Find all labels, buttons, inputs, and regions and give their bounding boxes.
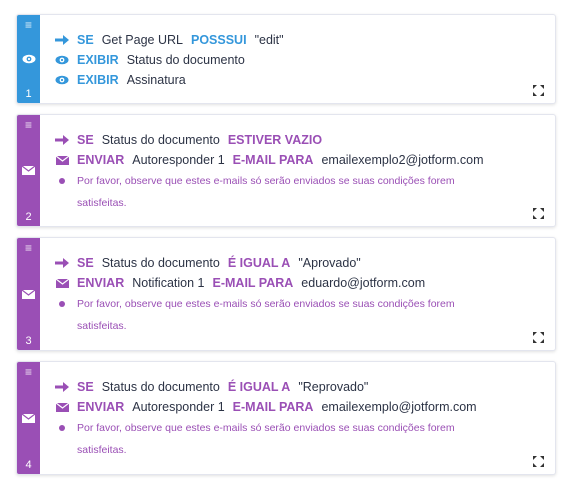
field-name: Status do documento	[101, 380, 220, 394]
send-keyword: ENVIAR	[77, 400, 125, 414]
drag-handle-icon[interactable]: ≡	[25, 242, 32, 254]
condition-row: SE Status do documento ESTIVER VAZIO	[55, 130, 545, 150]
expand-icon[interactable]	[533, 456, 544, 470]
action-row: ENVIAR Notification 1 E-MAIL PARA eduard…	[55, 273, 545, 293]
condition-card[interactable]: ≡ 4 SE Status do documento É IGUAL A "Re…	[16, 361, 556, 475]
field-name: Get Page URL	[101, 33, 183, 47]
envelope-icon	[22, 253, 35, 335]
condition-value: "edit"	[254, 33, 284, 47]
condition-content: SE Status do documento É IGUAL A "Aprova…	[55, 253, 545, 337]
envelope-icon	[55, 155, 69, 165]
envelope-icon	[22, 377, 35, 459]
operator-keyword: É IGUAL A	[227, 380, 291, 394]
drag-handle-icon[interactable]: ≡	[25, 366, 32, 378]
operator-keyword: ESTIVER VAZIO	[227, 133, 323, 147]
condition-content: SE Get Page URL POSSSUI "edit" EXIBIR St…	[55, 30, 545, 90]
condition-side-stripe[interactable]: ≡ 3	[17, 238, 40, 350]
drag-handle-icon[interactable]: ≡	[25, 119, 32, 131]
condition-row: SE Status do documento É IGUAL A "Aprova…	[55, 253, 545, 273]
arrow-right-icon	[55, 135, 69, 145]
email-to-keyword: E-MAIL PARA	[232, 400, 314, 414]
drag-handle-icon[interactable]: ≡	[25, 19, 32, 31]
bullet-icon	[59, 425, 65, 431]
condition-row: SE Status do documento É IGUAL A "Reprov…	[55, 377, 545, 397]
show-keyword: EXIBIR	[77, 73, 119, 87]
condition-card[interactable]: ≡ 1 SE Get Page URL POSSSUI "edit" EXIBI…	[16, 14, 556, 104]
condition-value: "Aprovado"	[298, 256, 361, 270]
condition-card[interactable]: ≡ 3 SE Status do documento É IGUAL A "Ap…	[16, 237, 556, 351]
operator-keyword: É IGUAL A	[227, 256, 291, 270]
eye-icon	[55, 75, 69, 85]
if-keyword: SE	[77, 133, 94, 147]
condition-number: 2	[25, 211, 32, 223]
envelope-icon	[55, 278, 69, 288]
condition-card[interactable]: ≡ 2 SE Status do documento ESTIVER VAZIO…	[16, 114, 556, 227]
if-keyword: SE	[77, 380, 94, 394]
recipient-email: emailexemplo2@jotform.com	[321, 153, 484, 167]
envelope-icon	[22, 130, 35, 211]
condition-side-stripe[interactable]: ≡ 2	[17, 115, 40, 226]
field-name: Assinatura	[126, 73, 186, 87]
condition-row: SE Get Page URL POSSSUI "edit"	[55, 30, 545, 50]
action-row: EXIBIR Assinatura	[55, 70, 545, 90]
operator-keyword: POSSSUI	[190, 33, 247, 47]
action-row: ENVIAR Autoresponder 1 E-MAIL PARA email…	[55, 150, 545, 170]
show-keyword: EXIBIR	[77, 53, 119, 67]
condition-number: 4	[25, 459, 32, 471]
if-keyword: SE	[77, 256, 94, 270]
condition-content: SE Status do documento É IGUAL A "Reprov…	[55, 377, 545, 461]
arrow-right-icon	[55, 35, 69, 45]
email-to-keyword: E-MAIL PARA	[212, 276, 294, 290]
expand-icon[interactable]	[533, 85, 544, 99]
email-template-name: Autoresponder 1	[132, 400, 225, 414]
bullet-icon	[59, 178, 65, 184]
action-row: EXIBIR Status do documento	[55, 50, 545, 70]
if-keyword: SE	[77, 33, 94, 47]
field-name: Status do documento	[101, 256, 220, 270]
eye-icon	[22, 30, 36, 88]
recipient-email: emailexemplo@jotform.com	[321, 400, 477, 414]
note-text: Por favor, observe que estes e-mails só …	[77, 298, 455, 332]
condition-side-stripe[interactable]: ≡ 4	[17, 362, 40, 474]
condition-number: 1	[25, 88, 32, 100]
send-keyword: ENVIAR	[77, 153, 125, 167]
email-to-keyword: E-MAIL PARA	[232, 153, 314, 167]
arrow-right-icon	[55, 258, 69, 268]
arrow-right-icon	[55, 382, 69, 392]
action-row: ENVIAR Autoresponder 1 E-MAIL PARA email…	[55, 397, 545, 417]
email-template-name: Notification 1	[132, 276, 205, 290]
condition-value: "Reprovado"	[298, 380, 369, 394]
expand-icon[interactable]	[533, 332, 544, 346]
note-text: Por favor, observe que estes e-mails só …	[77, 175, 455, 209]
note-text: Por favor, observe que estes e-mails só …	[77, 422, 455, 456]
eye-icon	[55, 55, 69, 65]
envelope-icon	[55, 402, 69, 412]
expand-icon[interactable]	[533, 208, 544, 222]
email-note: Por favor, observe que estes e-mails só …	[55, 170, 545, 214]
field-name: Status do documento	[126, 53, 245, 67]
condition-number: 3	[25, 335, 32, 347]
condition-content: SE Status do documento ESTIVER VAZIO ENV…	[55, 130, 545, 214]
bullet-icon	[59, 301, 65, 307]
email-template-name: Autoresponder 1	[132, 153, 225, 167]
email-note: Por favor, observe que estes e-mails só …	[55, 293, 545, 337]
recipient-email: eduardo@jotform.com	[301, 276, 426, 290]
send-keyword: ENVIAR	[77, 276, 125, 290]
condition-side-stripe[interactable]: ≡ 1	[17, 15, 40, 103]
field-name: Status do documento	[101, 133, 220, 147]
email-note: Por favor, observe que estes e-mails só …	[55, 417, 545, 461]
